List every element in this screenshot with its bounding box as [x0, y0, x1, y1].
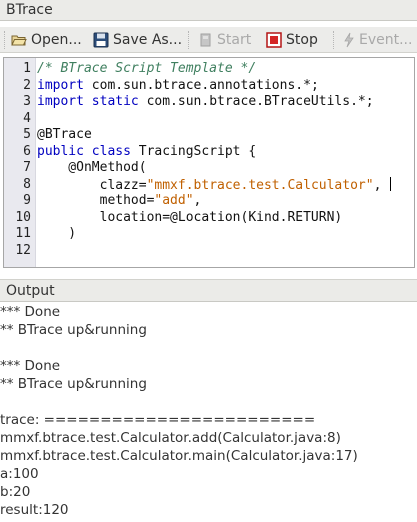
output-line: *** Done: [0, 304, 61, 320]
line-number: 5: [23, 127, 31, 142]
output-console[interactable]: *** Done ** BTrace up&running *** Done ** B…: [0, 303, 417, 522]
line-number: 10: [15, 209, 31, 225]
output-line: mmxf.btrace.test.Calculator.add(Calculat…: [0, 430, 341, 446]
line-number: 11: [15, 226, 31, 241]
output-panel-header: Output: [0, 279, 417, 302]
stop-button[interactable]: Stop: [266, 30, 318, 50]
code-token: TracingScript {: [130, 143, 257, 159]
script-editor[interactable]: 1 2 3 4 5 6 7 8 9 10 11 12 /* BTrace Script Templat…: [3, 57, 415, 268]
line-number: 12: [15, 242, 31, 258]
line-number: 1: [23, 61, 31, 76]
code-line: location=@Location(Kind.RETURN): [37, 209, 343, 227]
code-token: @BTrace: [37, 127, 92, 142]
line-number-gutter: 1 2 3 4 5 6 7 8 9 10 11 12: [4, 58, 36, 267]
code-token: method=: [37, 193, 155, 208]
events-button[interactable]: Event...: [343, 30, 412, 50]
line-number: 7: [23, 160, 31, 175]
line-number: 8: [23, 176, 31, 192]
code-token: "add": [154, 193, 194, 208]
code-line: /* BTrace Script Template */: [37, 61, 256, 78]
line-number: 6: [23, 143, 31, 159]
output-line: result:120: [0, 502, 69, 518]
toolbar: Open... Save As... Start Stop Event...: [0, 27, 417, 53]
output-line: trace: ========================: [0, 412, 316, 428]
window-title: BTrace: [6, 2, 53, 18]
code-token: /* BTrace Script Template */: [37, 61, 257, 76]
start-button[interactable]: Start: [199, 30, 251, 50]
line-number: 3: [23, 94, 31, 109]
line-number: 9: [23, 193, 31, 208]
code-line: clazz="mmxf.btrace.test.Calculator",: [37, 176, 392, 195]
output-line: ** BTrace up&running: [0, 322, 147, 338]
stop-icon: [266, 32, 282, 48]
code-token: com.sun.btrace.BTraceUtils.*;: [138, 94, 374, 109]
output-line: a:100: [0, 466, 39, 482]
code-token: ,: [373, 177, 390, 193]
code-token: public class: [37, 143, 131, 159]
save-disk-icon: [93, 32, 109, 48]
code-line: public class TracingScript {: [37, 144, 256, 161]
output-line: *** Done: [0, 358, 61, 374]
code-token: ,: [193, 193, 202, 208]
code-line: @OnMethod(: [37, 160, 147, 177]
code-token: com.sun.btrace.annotations.*;: [83, 77, 319, 93]
output-line: mmxf.btrace.test.Calculator.main(Calcula…: [0, 448, 358, 464]
save-as-label: Save As...: [113, 32, 183, 48]
folder-open-icon: [11, 35, 27, 46]
code-line: ): [37, 226, 76, 243]
toolbar-separator: [188, 31, 190, 49]
code-token: ): [37, 226, 77, 241]
code-token: import: [37, 77, 84, 93]
code-line: import static com.sun.btrace.BTraceUtils…: [37, 94, 374, 111]
open-button[interactable]: Open...: [11, 30, 82, 50]
toolbar-grip: [4, 31, 6, 49]
code-line: @BTrace: [37, 127, 92, 144]
start-label: Start: [217, 32, 252, 48]
code-token: @OnMethod(: [37, 160, 147, 175]
lightning-icon: [344, 32, 354, 48]
code-token: import static: [37, 94, 139, 109]
save-as-button[interactable]: Save As...: [93, 30, 182, 50]
line-number: 4: [23, 110, 31, 126]
output-line: b:20: [0, 484, 31, 500]
code-token: location=@Location(Kind.RETURN): [37, 209, 343, 225]
output-title: Output: [6, 283, 55, 299]
events-label: Event...: [359, 32, 413, 48]
stop-label: Stop: [286, 32, 318, 48]
code-line: import com.sun.btrace.annotations.*;: [37, 78, 319, 95]
code-line: method="add",: [37, 193, 202, 210]
line-number: 2: [23, 77, 31, 93]
start-icon: [200, 33, 211, 47]
toolbar-separator: [333, 31, 335, 49]
text-cursor: [390, 176, 392, 191]
open-label: Open...: [31, 32, 82, 48]
output-line: ** BTrace up&running: [0, 376, 147, 392]
code-token: "mmxf.btrace.test.Calculator": [146, 177, 374, 193]
code-token: clazz=: [37, 177, 147, 193]
window-title-bar: BTrace: [0, 0, 417, 21]
